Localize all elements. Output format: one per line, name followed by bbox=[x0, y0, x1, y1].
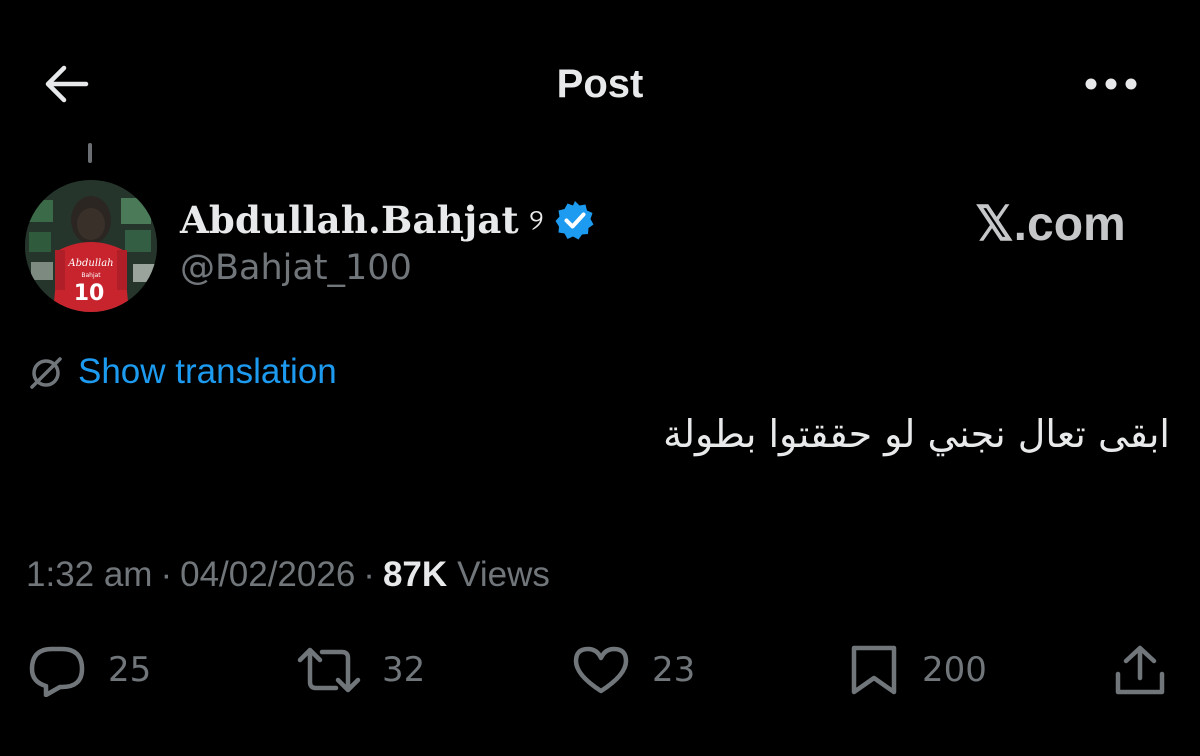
show-translation-button[interactable]: Show translation bbox=[26, 350, 337, 394]
heart-icon bbox=[573, 646, 629, 694]
author-handle[interactable]: @Bahjat_100 bbox=[180, 248, 412, 288]
meta-separator: · bbox=[363, 555, 375, 594]
avatar-jersey-sub: Bahjat bbox=[81, 272, 101, 279]
avatar-image: Abdullah Bahjat 10 bbox=[25, 180, 157, 312]
repost-count: 32 bbox=[382, 650, 426, 690]
more-horizontal-icon bbox=[1085, 78, 1137, 90]
avatar-jersey-name: Abdullah bbox=[67, 258, 113, 269]
like-count: 23 bbox=[652, 650, 696, 690]
tweet-date[interactable]: 04/02/2026 bbox=[180, 555, 355, 595]
avatar[interactable]: Abdullah Bahjat 10 bbox=[25, 180, 157, 312]
tweet-time: 1:32 am bbox=[26, 555, 153, 594]
meta-separator: · bbox=[160, 555, 173, 594]
back-button[interactable] bbox=[34, 56, 98, 112]
bookmark-icon bbox=[851, 645, 897, 695]
bookmark-count: 200 bbox=[922, 650, 987, 690]
verified-badge-icon bbox=[554, 199, 596, 241]
author-name-row[interactable]: Abdullah.Bahjat ୨ bbox=[180, 190, 596, 250]
tweet-text: ابقى تعال نجني لو حققتوا بطولة bbox=[663, 412, 1170, 456]
page-title: Post bbox=[556, 62, 644, 106]
bookmark-button[interactable]: 200 bbox=[846, 640, 987, 700]
globe-icon bbox=[30, 357, 62, 389]
reply-count: 25 bbox=[108, 650, 152, 690]
author-name-emoji: ୨ bbox=[528, 202, 544, 238]
arrow-left-icon bbox=[45, 65, 89, 103]
more-options-button[interactable] bbox=[1076, 56, 1146, 112]
thread-connector-line bbox=[88, 143, 92, 163]
like-button[interactable]: 23 bbox=[570, 640, 695, 700]
x-com-watermark: 𝕏.com bbox=[975, 192, 1126, 256]
tweet-meta: 1:32 am · 04/02/2026 · 87K Views bbox=[26, 550, 550, 600]
avatar-jersey-number: 10 bbox=[74, 281, 105, 306]
repost-button[interactable]: 32 bbox=[296, 640, 425, 700]
show-translation-label: Show translation bbox=[78, 352, 337, 391]
views-label: Views bbox=[457, 555, 550, 594]
views-count[interactable]: 87K bbox=[383, 555, 447, 595]
reply-icon bbox=[29, 646, 85, 697]
watermark-text: 𝕏.com bbox=[975, 198, 1126, 251]
reply-button[interactable]: 25 bbox=[26, 640, 151, 700]
repost-icon bbox=[297, 647, 361, 693]
share-button[interactable] bbox=[1110, 640, 1170, 700]
author-display-name: Abdullah.Bahjat bbox=[180, 198, 519, 242]
share-icon bbox=[1115, 645, 1165, 695]
